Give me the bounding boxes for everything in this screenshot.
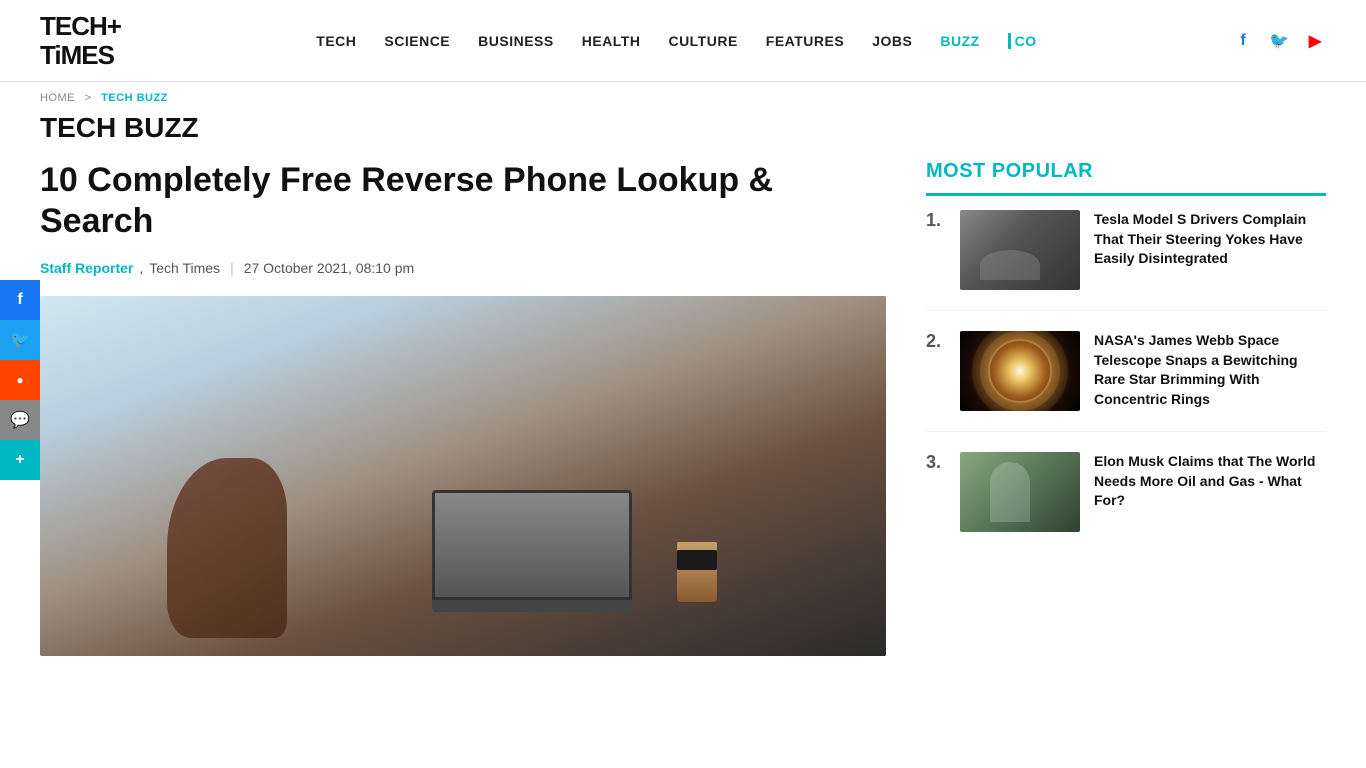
site-logo[interactable]: TECH+ TiMES [40,12,121,69]
article-image-bg [40,296,886,656]
phone-graphic [167,458,287,638]
popular-thumb-1 [960,210,1080,290]
popular-item-2[interactable]: 2. NASA's James Webb Space Telescope Sna… [926,331,1326,432]
article-image [40,296,886,656]
header-facebook-icon[interactable]: f [1232,30,1254,52]
nav-features[interactable]: FEATURES [766,33,844,49]
article-publication-sep: , [139,260,143,276]
page-title: TECH BUZZ [0,108,1366,160]
nav-science[interactable]: SCIENCE [384,33,450,49]
main-nav: TECH SCIENCE BUSINESS HEALTH CULTURE FEA… [316,33,1036,49]
nav-tech[interactable]: TECH [316,33,356,49]
sidebar: MOST POPULAR 1. Tesla Model S Drivers Co… [926,160,1326,656]
article-title: 10 Completely Free Reverse Phone Lookup … [40,160,886,242]
site-header: TECH+ TiMES TECH SCIENCE BUSINESS HEALTH… [0,0,1366,82]
popular-number-2: 2. [926,331,946,353]
social-float-sidebar: f 🐦 ● 💬 + [0,280,40,480]
article-publication: Tech Times [149,260,220,276]
elon-thumbnail [960,452,1080,532]
header-youtube-icon[interactable]: ▶ [1304,30,1326,52]
popular-thumb-2 [960,331,1080,411]
breadcrumb-home[interactable]: HOME [40,92,75,104]
popular-number-1: 1. [926,210,946,232]
nav-buzz[interactable]: BUZZ [940,33,979,49]
popular-item-3[interactable]: 3. Elon Musk Claims that The World Needs… [926,452,1326,552]
main-layout: 10 Completely Free Reverse Phone Lookup … [0,160,1366,656]
nav-co[interactable]: CO [1008,33,1037,49]
social-float-facebook[interactable]: f [0,280,40,320]
header-twitter-icon[interactable]: 🐦 [1268,30,1290,52]
social-float-reddit[interactable]: ● [0,360,40,400]
nav-jobs[interactable]: JOBS [872,33,912,49]
article-meta-divider: | [230,260,234,276]
nav-culture[interactable]: CULTURE [668,33,737,49]
nav-health[interactable]: HEALTH [582,33,641,49]
coffee-graphic [677,542,717,602]
popular-text-1: Tesla Model S Drivers Complain That Thei… [1094,210,1326,269]
popular-text-3: Elon Musk Claims that The World Needs Mo… [1094,452,1326,511]
article-author[interactable]: Staff Reporter [40,260,133,276]
social-float-chat[interactable]: 💬 [0,400,40,440]
popular-thumb-3 [960,452,1080,532]
article-date: 27 October 2021, 08:10 pm [244,260,414,276]
article-area: 10 Completely Free Reverse Phone Lookup … [40,160,886,656]
popular-item-1[interactable]: 1. Tesla Model S Drivers Complain That T… [926,210,1326,311]
breadcrumb-current: TECH BUZZ [101,92,168,104]
header-social-icons: f 🐦 ▶ [1232,30,1326,52]
nav-business[interactable]: BUSINESS [478,33,554,49]
tesla-thumbnail [960,210,1080,290]
popular-number-3: 3. [926,452,946,474]
breadcrumb-separator: > [85,92,92,104]
nasa-thumbnail [960,331,1080,411]
breadcrumb: HOME > TECH BUZZ [0,82,1366,108]
laptop-graphic [432,490,632,620]
social-float-plus[interactable]: + [0,440,40,480]
article-meta: Staff Reporter , Tech Times | 27 October… [40,260,886,276]
most-popular-title: MOST POPULAR [926,160,1326,196]
social-float-twitter[interactable]: 🐦 [0,320,40,360]
popular-text-2: NASA's James Webb Space Telescope Snaps … [1094,331,1326,409]
